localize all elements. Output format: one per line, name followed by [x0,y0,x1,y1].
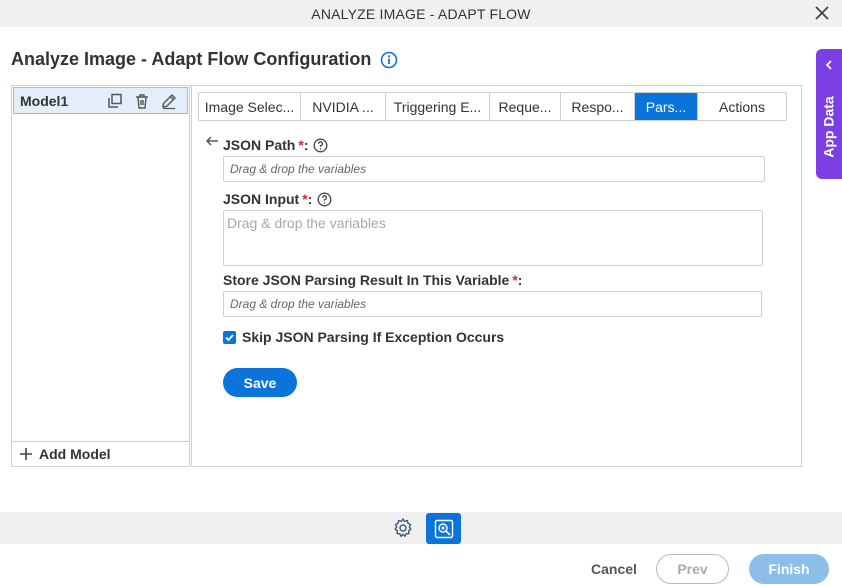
window-titlebar: ANALYZE IMAGE - ADAPT FLOW [0,0,842,27]
model-item[interactable]: Model1 [13,87,188,114]
skip-exception-checkbox[interactable] [223,330,236,344]
check-icon [225,333,234,341]
configuration-panel: Image Selec... NVIDIA ... Triggering E..… [191,85,802,467]
plus-icon [20,448,32,460]
tab-bar: Image Selec... NVIDIA ... Triggering E..… [198,92,787,121]
json-path-input[interactable]: Drag & drop the variables [223,156,765,182]
app-data-panel-toggle[interactable]: App Data [816,49,842,179]
page-title-text: Analyze Image - Adapt Flow Configuration [11,49,372,69]
prev-button[interactable]: Prev [656,554,729,584]
tab-parsing[interactable]: Pars... [635,93,698,120]
store-result-input[interactable]: Drag & drop the variables [223,291,762,317]
image-analyze-icon[interactable] [426,513,461,544]
help-icon[interactable] [313,138,328,153]
help-icon[interactable] [317,192,332,207]
image-analyze-glyph [434,519,453,538]
cancel-button[interactable]: Cancel [586,554,642,584]
tab-response[interactable]: Respo... [561,93,635,120]
gear-icon[interactable] [392,517,414,539]
add-model-label: Add Model [39,446,111,462]
tab-triggering-events[interactable]: Triggering E... [386,93,490,120]
model-list-panel: Model1 Add Model [11,85,190,467]
app-data-label: App Data [821,95,838,158]
model-item-label: Model1 [20,92,69,109]
finish-button[interactable]: Finish [749,554,829,584]
skip-exception-label: Skip JSON Parsing If Exception Occurs [242,329,505,345]
tab-image-selection[interactable]: Image Selec... [199,93,301,120]
save-button[interactable]: Save [223,368,297,397]
info-icon[interactable] [380,51,398,69]
close-icon[interactable] [813,4,831,22]
json-input-label: JSON Input *: [223,191,332,207]
json-input-textarea[interactable]: Drag & drop the variables [223,210,763,266]
tab-nvidia[interactable]: NVIDIA ... [301,93,386,120]
window-title: ANALYZE IMAGE - ADAPT FLOW [311,5,531,22]
json-path-label: JSON Path *: [223,137,328,153]
tab-request[interactable]: Reque... [490,93,561,120]
tab-actions[interactable]: Actions [698,93,786,120]
bottom-toolbar [0,512,842,544]
chevron-left-icon [825,60,832,70]
add-model-button[interactable]: Add Model [12,441,189,466]
back-arrow-icon[interactable] [205,135,219,147]
edit-icon[interactable] [160,92,178,110]
copy-icon[interactable] [106,92,124,110]
skip-exception-row: Skip JSON Parsing If Exception Occurs [223,329,504,345]
delete-icon[interactable] [133,92,151,110]
page-title: Analyze Image - Adapt Flow Configuration [11,49,398,70]
store-result-label: Store JSON Parsing Result In This Variab… [223,272,523,288]
